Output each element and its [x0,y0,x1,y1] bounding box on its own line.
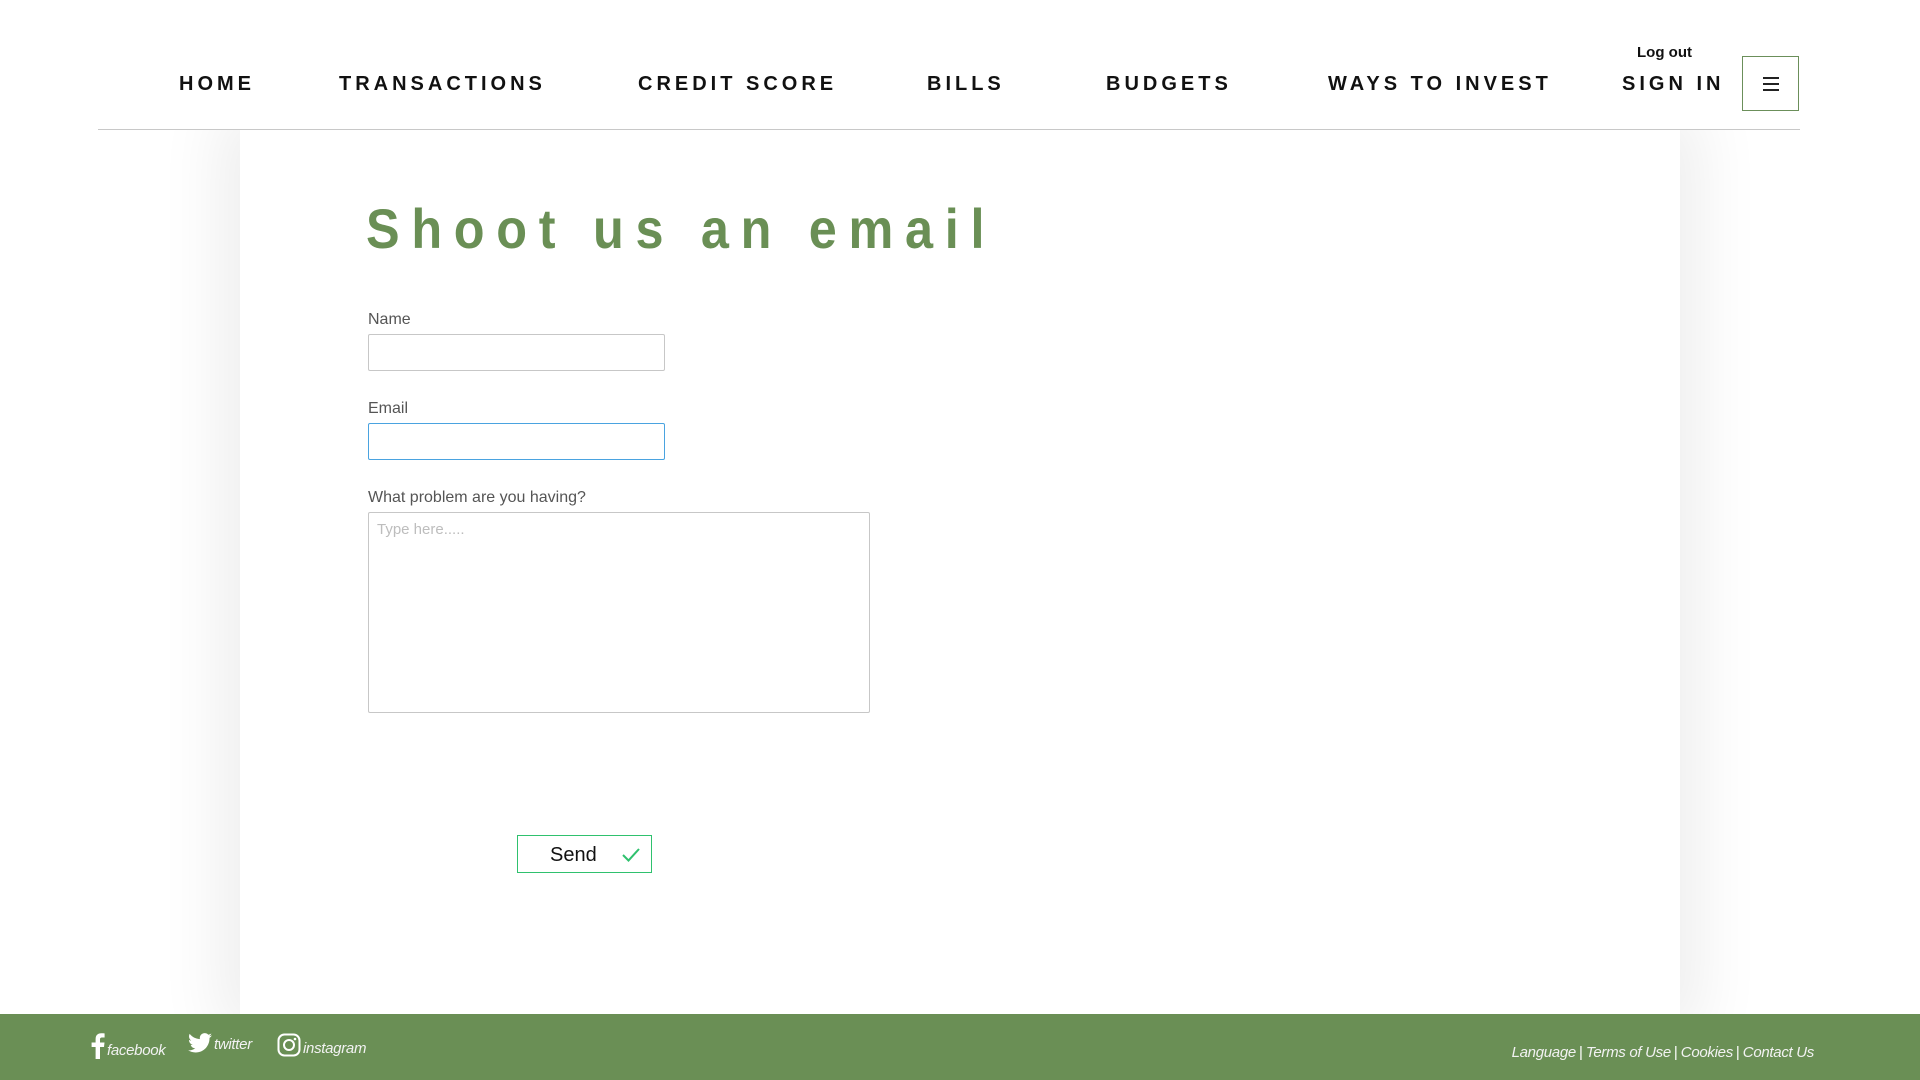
social-instagram[interactable]: instagram [277,1033,366,1057]
problem-textarea[interactable] [368,512,870,713]
problem-label: What problem are you having? [368,489,586,506]
twitter-label: twitter [214,1036,252,1053]
name-label: Name [368,311,411,328]
language-link[interactable]: Language [1512,1044,1577,1061]
terms-link[interactable]: Terms of Use [1586,1044,1671,1061]
instagram-label: instagram [303,1040,367,1057]
email-label: Email [368,400,409,417]
cookies-link[interactable]: Cookies [1681,1044,1733,1061]
hamburger-icon [1762,76,1779,91]
page-title: Shoot us an email [366,197,997,260]
nav-credit-score[interactable]: CREDIT SCORE [638,73,837,96]
twitter-icon [188,1033,212,1053]
nav-ways-to-invest[interactable]: WAYS TO INVEST [1328,73,1552,96]
site-header: HOME TRANSACTIONS CREDIT SCORE BILLS BUD… [0,0,1920,130]
send-label: Send [550,844,597,866]
nav-home[interactable]: HOME [179,73,255,96]
email-field[interactable] [368,423,665,460]
send-button[interactable]: Send [517,835,652,873]
footer-links: Language | Terms of Use | Cookies | Contact Us [1511,1044,1815,1061]
social-facebook[interactable]: facebook [91,1033,166,1059]
menu-button[interactable] [1742,56,1799,111]
facebook-icon [91,1033,105,1059]
check-icon [622,848,640,862]
instagram-icon [277,1033,301,1057]
logout-link[interactable]: Log out [1637,44,1692,61]
social-twitter[interactable]: twitter [188,1033,252,1053]
nav-sign-in[interactable]: SIGN IN [1622,73,1724,96]
contact-us-link[interactable]: Contact Us [1743,1044,1815,1061]
name-field[interactable] [368,334,665,371]
nav-budgets[interactable]: BUDGETS [1106,73,1232,96]
nav-bills[interactable]: BILLS [927,73,1005,96]
nav-transactions[interactable]: TRANSACTIONS [339,73,546,96]
facebook-label: facebook [107,1042,166,1059]
